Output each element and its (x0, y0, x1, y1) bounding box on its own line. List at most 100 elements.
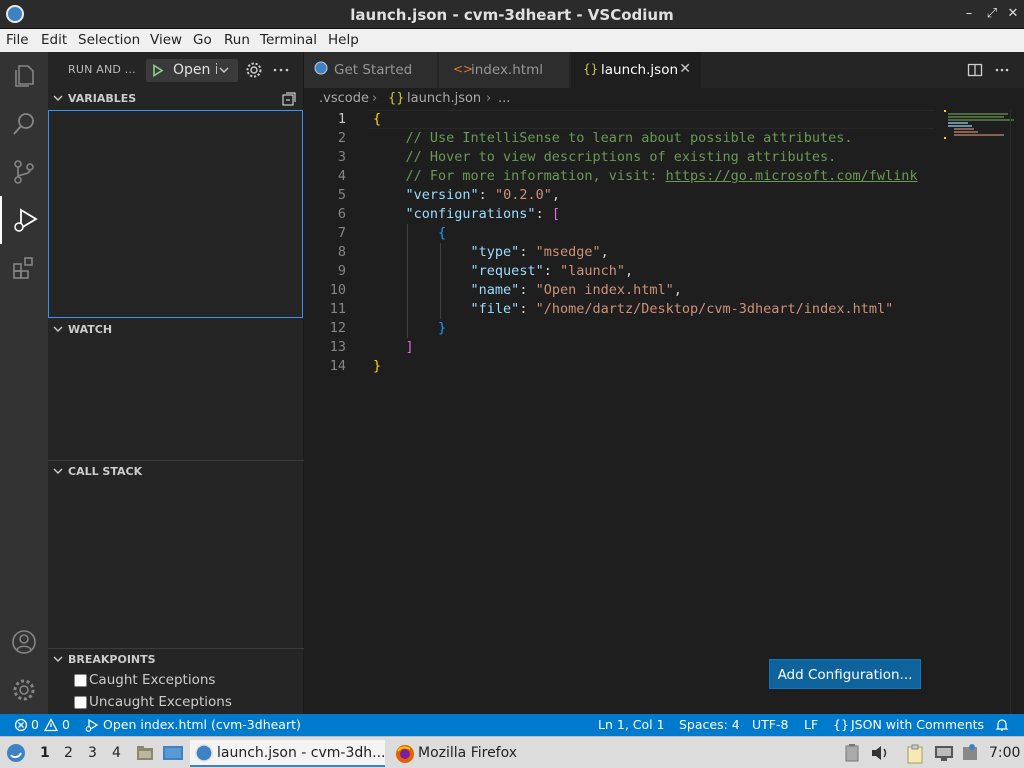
add-configuration-button[interactable]: Add Configuration... (769, 659, 921, 689)
workspace-1[interactable]: 1 (40, 745, 50, 761)
uncaught-exceptions-label: Uncaught Exceptions (89, 694, 232, 710)
cursor-position[interactable]: Ln 1, Col 1 (598, 717, 665, 732)
task-firefox[interactable]: Mozilla Firefox (391, 740, 541, 767)
encoding[interactable]: UTF-8 (752, 717, 788, 732)
error-count[interactable]: 0 (31, 717, 39, 732)
code-link[interactable]: https://go.microsoft.com/fwlink (666, 168, 918, 184)
watch-section-header[interactable]: WATCH (48, 319, 304, 341)
code-line[interactable]: 8 "type": "msedge", (304, 243, 944, 262)
battery-icon[interactable] (845, 744, 859, 762)
run-debug-icon[interactable] (0, 196, 48, 244)
code-line[interactable]: 12 } (304, 319, 944, 338)
vertical-scrollbar[interactable] (1010, 110, 1024, 714)
code-token: , (625, 263, 634, 279)
tab-get-started[interactable]: Get Started (304, 52, 438, 88)
code-line[interactable]: 2 // Use IntelliSense to learn about pos… (304, 129, 944, 148)
menu-help[interactable]: Help (328, 32, 359, 48)
start-menu-icon[interactable] (5, 742, 27, 764)
maximize-icon[interactable]: ⤢ (983, 4, 1001, 24)
launch-config-dropdown[interactable]: Open i (146, 59, 238, 82)
more-actions-icon[interactable] (272, 61, 290, 79)
watch-label: WATCH (68, 323, 113, 336)
code-editor[interactable]: 1{2 // Use IntelliSense to learn about p… (304, 110, 1024, 714)
tab-index-html[interactable]: <> index.html (439, 52, 570, 88)
menu-file[interactable]: File (6, 32, 29, 48)
task-vscodium[interactable]: launch.json - cvm-3dh... (190, 740, 386, 767)
minimize-icon[interactable]: – (960, 4, 978, 24)
code-line[interactable]: 13 ] (304, 338, 944, 357)
code-token: { (373, 111, 382, 127)
clipboard-icon[interactable] (906, 744, 924, 764)
debug-icon (85, 718, 99, 732)
code-line[interactable]: 1{ (304, 110, 944, 129)
account-icon[interactable] (0, 618, 48, 666)
editor-tab-bar: Get Started <> index.html {} launch.json… (304, 52, 1024, 88)
chevron-down-icon (53, 326, 63, 332)
code-token: "name" (470, 282, 520, 298)
code-line[interactable]: 3 // Hover to view descriptions of exist… (304, 148, 944, 167)
sidebar-header: RUN AND ... Open i (48, 52, 304, 88)
menu-view[interactable]: View (150, 32, 182, 48)
start-debugging-icon[interactable] (152, 64, 164, 77)
code-line[interactable]: 6 "configurations": [ (304, 205, 944, 224)
code-token: [ (551, 206, 560, 222)
code-text: // For more information, visit: https://… (373, 168, 918, 184)
code-line[interactable]: 7 { (304, 224, 944, 243)
open-launch-json-gear-icon[interactable] (245, 61, 263, 79)
explorer-icon[interactable] (0, 52, 48, 100)
clock[interactable]: 7:00 (989, 745, 1020, 761)
code-line[interactable]: 4 // For more information, visit: https:… (304, 167, 944, 186)
uncaught-exceptions-checkbox[interactable] (74, 696, 87, 709)
variables-pane[interactable] (48, 110, 303, 318)
end-of-line[interactable]: LF (804, 717, 818, 732)
breadcrumb-file[interactable]: launch.json (407, 91, 481, 106)
variables-section-header[interactable]: VARIABLES (48, 88, 304, 110)
desktop-taskbar: 1 2 3 4 launch.json - cvm-3dh... Mozilla… (0, 736, 1024, 768)
source-control-icon[interactable] (0, 148, 48, 196)
line-number: 14 (329, 358, 346, 374)
workspace-4[interactable]: 4 (112, 745, 121, 761)
call-stack-section-header[interactable]: CALL STACK (48, 461, 304, 483)
code-line[interactable]: 5 "version": "0.2.0", (304, 186, 944, 205)
close-icon[interactable]: ✕ (1004, 4, 1022, 24)
collapse-all-icon[interactable] (282, 92, 296, 106)
debug-target[interactable]: Open index.html (cvm-3dheart) (103, 717, 301, 732)
indentation[interactable]: Spaces: 4 (679, 717, 740, 732)
json-icon: {} (583, 62, 599, 76)
search-icon[interactable] (0, 100, 48, 148)
language-mode[interactable]: JSON with Comments (851, 717, 984, 732)
manage-gear-icon[interactable] (0, 666, 48, 714)
menu-edit[interactable]: Edit (41, 32, 67, 48)
code-line[interactable]: 11 "file": "/home/dartz/Desktop/cvm-3dhe… (304, 300, 944, 319)
menu-selection[interactable]: Selection (78, 32, 140, 48)
extensions-icon[interactable] (0, 244, 48, 292)
volume-icon[interactable] (870, 744, 890, 762)
tab-launch-json[interactable]: {} launch.json ✕ (571, 52, 702, 88)
network-icon[interactable] (934, 744, 954, 762)
breadcrumb-folder[interactable]: .vscode (319, 91, 369, 106)
workspace-3[interactable]: 3 (88, 745, 97, 761)
warning-count[interactable]: 0 (62, 717, 70, 732)
code-token: : (519, 282, 536, 298)
menu-go[interactable]: Go (193, 32, 212, 48)
update-notifier-icon[interactable] (962, 744, 978, 762)
more-actions-icon[interactable] (994, 62, 1010, 78)
code-line[interactable]: 14} (304, 357, 944, 376)
code-line[interactable]: 10 "name": "Open index.html", (304, 281, 944, 300)
caught-exceptions-checkbox[interactable] (74, 674, 87, 687)
sidebar-title: RUN AND ... (68, 63, 136, 76)
caught-exceptions-label: Caught Exceptions (89, 672, 216, 688)
workspace-2[interactable]: 2 (64, 745, 73, 761)
show-desktop-icon[interactable] (162, 743, 184, 763)
file-manager-icon[interactable] (135, 743, 155, 763)
close-tab-icon[interactable]: ✕ (679, 61, 691, 77)
error-icon (14, 718, 28, 732)
notifications-bell-icon[interactable] (995, 718, 1009, 732)
menu-terminal[interactable]: Terminal (260, 32, 317, 48)
breadcrumb-symbol[interactable]: ... (498, 91, 510, 106)
code-line[interactable]: 9 "request": "launch", (304, 262, 944, 281)
breakpoints-section-header[interactable]: BREAKPOINTS (48, 649, 304, 671)
split-editor-icon[interactable] (967, 62, 983, 78)
menu-run[interactable]: Run (224, 32, 250, 48)
